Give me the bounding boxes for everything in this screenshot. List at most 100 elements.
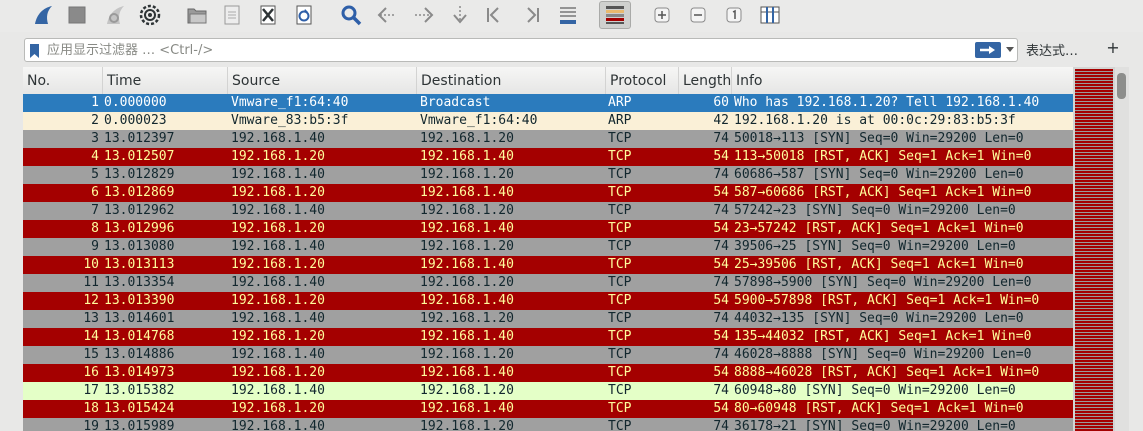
packet-row[interactable]: 14 13.014768 192.168.1.20 192.168.1.40 TCP 54…	[23, 328, 1073, 346]
add-filter-button[interactable]: +	[1104, 38, 1122, 58]
reload-icon[interactable]	[290, 2, 318, 28]
packet-protocol: TCP	[608, 131, 632, 146]
packet-row[interactable]: 11 13.013354 192.168.1.40 192.168.1.20 TCP 74…	[23, 274, 1073, 292]
main-toolbar	[0, 0, 1143, 32]
packet-no: 18	[83, 401, 99, 416]
packet-list[interactable]: No. Time Source Destination Protocol Len…	[23, 67, 1073, 431]
packet-no: 15	[83, 347, 99, 362]
display-filter-input[interactable]	[47, 40, 967, 60]
packet-row[interactable]: 8 13.012996 192.168.1.20 192.168.1.40 TCP 54 2…	[23, 220, 1073, 238]
packet-no: 19	[83, 419, 99, 431]
packet-no: 10	[83, 257, 99, 272]
scrollbar-thumb[interactable]	[1117, 73, 1126, 99]
packet-row[interactable]: 5 13.012829 192.168.1.40 192.168.1.20 TCP 74 6…	[23, 166, 1073, 184]
packet-info: 60948→80 [SYN] Seq=0 Win=29200 Len=0	[734, 383, 1016, 398]
packet-row[interactable]: 17 13.015382 192.168.1.40 192.168.1.20 TCP 74…	[23, 382, 1073, 400]
packet-info: 25→39506 [RST, ACK] Seq=1 Ack=1 Win=0	[734, 257, 1024, 272]
packet-row[interactable]: 12 13.013390 192.168.1.20 192.168.1.40 TCP 54…	[23, 292, 1073, 310]
column-header-info[interactable]: Info	[732, 67, 1073, 94]
packet-info: 113→50018 [RST, ACK] Seq=1 Ack=1 Win=0	[734, 149, 1032, 164]
packet-row[interactable]: 6 13.012869 192.168.1.20 192.168.1.40 TCP 54 5…	[23, 184, 1073, 202]
packet-no: 3	[91, 131, 99, 146]
packet-no: 13	[83, 311, 99, 326]
column-header-no[interactable]: No.	[23, 67, 103, 94]
packet-row[interactable]: 3 13.012397 192.168.1.40 192.168.1.20 TCP 74 5…	[23, 130, 1073, 148]
packet-list-scrollbar[interactable]	[1115, 67, 1129, 431]
packet-no: 12	[83, 293, 99, 308]
packet-source: 192.168.1.20	[231, 329, 325, 344]
packet-row[interactable]: 13 13.014601 192.168.1.40 192.168.1.20 TCP 74…	[23, 310, 1073, 328]
packet-minimap[interactable]	[1073, 67, 1115, 431]
packet-length: 74	[713, 203, 729, 218]
packet-no: 2	[91, 113, 99, 128]
packet-source: 192.168.1.20	[231, 185, 325, 200]
packet-destination: 192.168.1.40	[420, 329, 514, 344]
packet-no: 16	[83, 365, 99, 380]
go-to-packet-icon[interactable]	[446, 2, 474, 28]
column-header-source[interactable]: Source	[228, 67, 417, 94]
packet-row[interactable]: 19 13.015989 192.168.1.40 192.168.1.20 TCP 74…	[23, 418, 1073, 431]
go-back-icon[interactable]	[374, 2, 402, 28]
colorize-icon[interactable]	[599, 1, 631, 29]
autoscroll-icon[interactable]	[554, 2, 582, 28]
packet-time: 13.014886	[104, 347, 175, 362]
packet-length: 54	[713, 365, 729, 380]
packet-source: 192.168.1.40	[231, 239, 325, 254]
packet-source: 192.168.1.20	[231, 221, 325, 236]
last-packet-icon[interactable]	[517, 2, 545, 28]
packet-destination: 192.168.1.20	[420, 131, 514, 146]
packet-row[interactable]: 4 13.012507 192.168.1.20 192.168.1.40 TCP 54 1…	[23, 148, 1073, 166]
filter-history-dropdown-icon[interactable]	[1006, 47, 1014, 52]
packet-length: 54	[713, 293, 729, 308]
go-forward-icon[interactable]	[409, 2, 437, 28]
restart-shark-fin-icon[interactable]	[101, 2, 129, 28]
packet-row[interactable]: 2 0.000023 Vmware_83:b5:3f Vmware_f1:64:40 A…	[23, 112, 1073, 130]
column-header-time[interactable]: Time	[103, 67, 228, 94]
packet-time: 0.000000	[104, 95, 167, 110]
save-file-icon[interactable]	[218, 2, 246, 28]
packet-info: 44032→135 [SYN] Seq=0 Win=29200 Len=0	[734, 311, 1024, 326]
zoom-out-icon[interactable]	[684, 2, 712, 28]
packet-protocol: TCP	[608, 293, 632, 308]
capture-options-gear-icon[interactable]	[136, 2, 164, 28]
packet-source: Vmware_83:b5:3f	[231, 113, 349, 128]
first-packet-icon[interactable]	[481, 2, 509, 28]
column-header-destination[interactable]: Destination	[417, 67, 606, 94]
packet-destination: 192.168.1.20	[420, 167, 514, 182]
expression-button[interactable]: 表达式…	[1026, 40, 1078, 59]
apply-filter-arrow-icon[interactable]	[975, 42, 1001, 58]
packet-length: 54	[713, 221, 729, 236]
bookmark-icon[interactable]	[30, 43, 39, 58]
packet-time: 13.012996	[104, 221, 175, 236]
packet-no: 7	[91, 203, 99, 218]
packet-time: 13.013113	[104, 257, 175, 272]
packet-list-header: No. Time Source Destination Protocol Len…	[23, 67, 1073, 95]
packet-length: 60	[713, 95, 729, 110]
packet-row[interactable]: 18 13.015424 192.168.1.20 192.168.1.40 TCP 54…	[23, 400, 1073, 418]
shark-fin-start-icon[interactable]	[29, 2, 57, 28]
zoom-normal-icon[interactable]	[720, 2, 748, 28]
zoom-in-icon[interactable]	[648, 2, 676, 28]
resize-columns-icon[interactable]	[756, 2, 784, 28]
packet-row[interactable]: 16 13.014973 192.168.1.20 192.168.1.40 TCP 54…	[23, 364, 1073, 382]
packet-info: 5900→57898 [RST, ACK] Seq=1 Ack=1 Win=0	[734, 293, 1040, 308]
close-file-icon[interactable]	[254, 2, 282, 28]
column-header-length[interactable]: Length	[679, 67, 732, 94]
packet-source: 192.168.1.40	[231, 203, 325, 218]
packet-row[interactable]: 1 0.000000 Vmware_f1:64:40 Broadcast ARP 60 Wh…	[23, 94, 1073, 112]
search-icon[interactable]	[337, 2, 365, 28]
packet-info: 23→57242 [RST, ACK] Seq=1 Ack=1 Win=0	[734, 221, 1024, 236]
packet-protocol: TCP	[608, 329, 632, 344]
packet-row[interactable]: 10 13.013113 192.168.1.20 192.168.1.40 TCP 54…	[23, 256, 1073, 274]
packet-row[interactable]: 7 13.012962 192.168.1.40 192.168.1.20 TCP 74 5…	[23, 202, 1073, 220]
packet-destination: 192.168.1.20	[420, 347, 514, 362]
column-header-protocol[interactable]: Protocol	[606, 67, 679, 94]
packet-source: 192.168.1.40	[231, 347, 325, 362]
open-folder-icon[interactable]	[183, 2, 211, 28]
stop-square-icon[interactable]	[63, 2, 91, 28]
packet-info: 60686→587 [SYN] Seq=0 Win=29200 Len=0	[734, 167, 1024, 182]
packet-row[interactable]: 15 13.014886 192.168.1.40 192.168.1.20 TCP 74…	[23, 346, 1073, 364]
packet-row[interactable]: 9 13.013080 192.168.1.40 192.168.1.20 TCP 74 3…	[23, 238, 1073, 256]
packet-protocol: TCP	[608, 203, 632, 218]
packet-length: 74	[713, 131, 729, 146]
